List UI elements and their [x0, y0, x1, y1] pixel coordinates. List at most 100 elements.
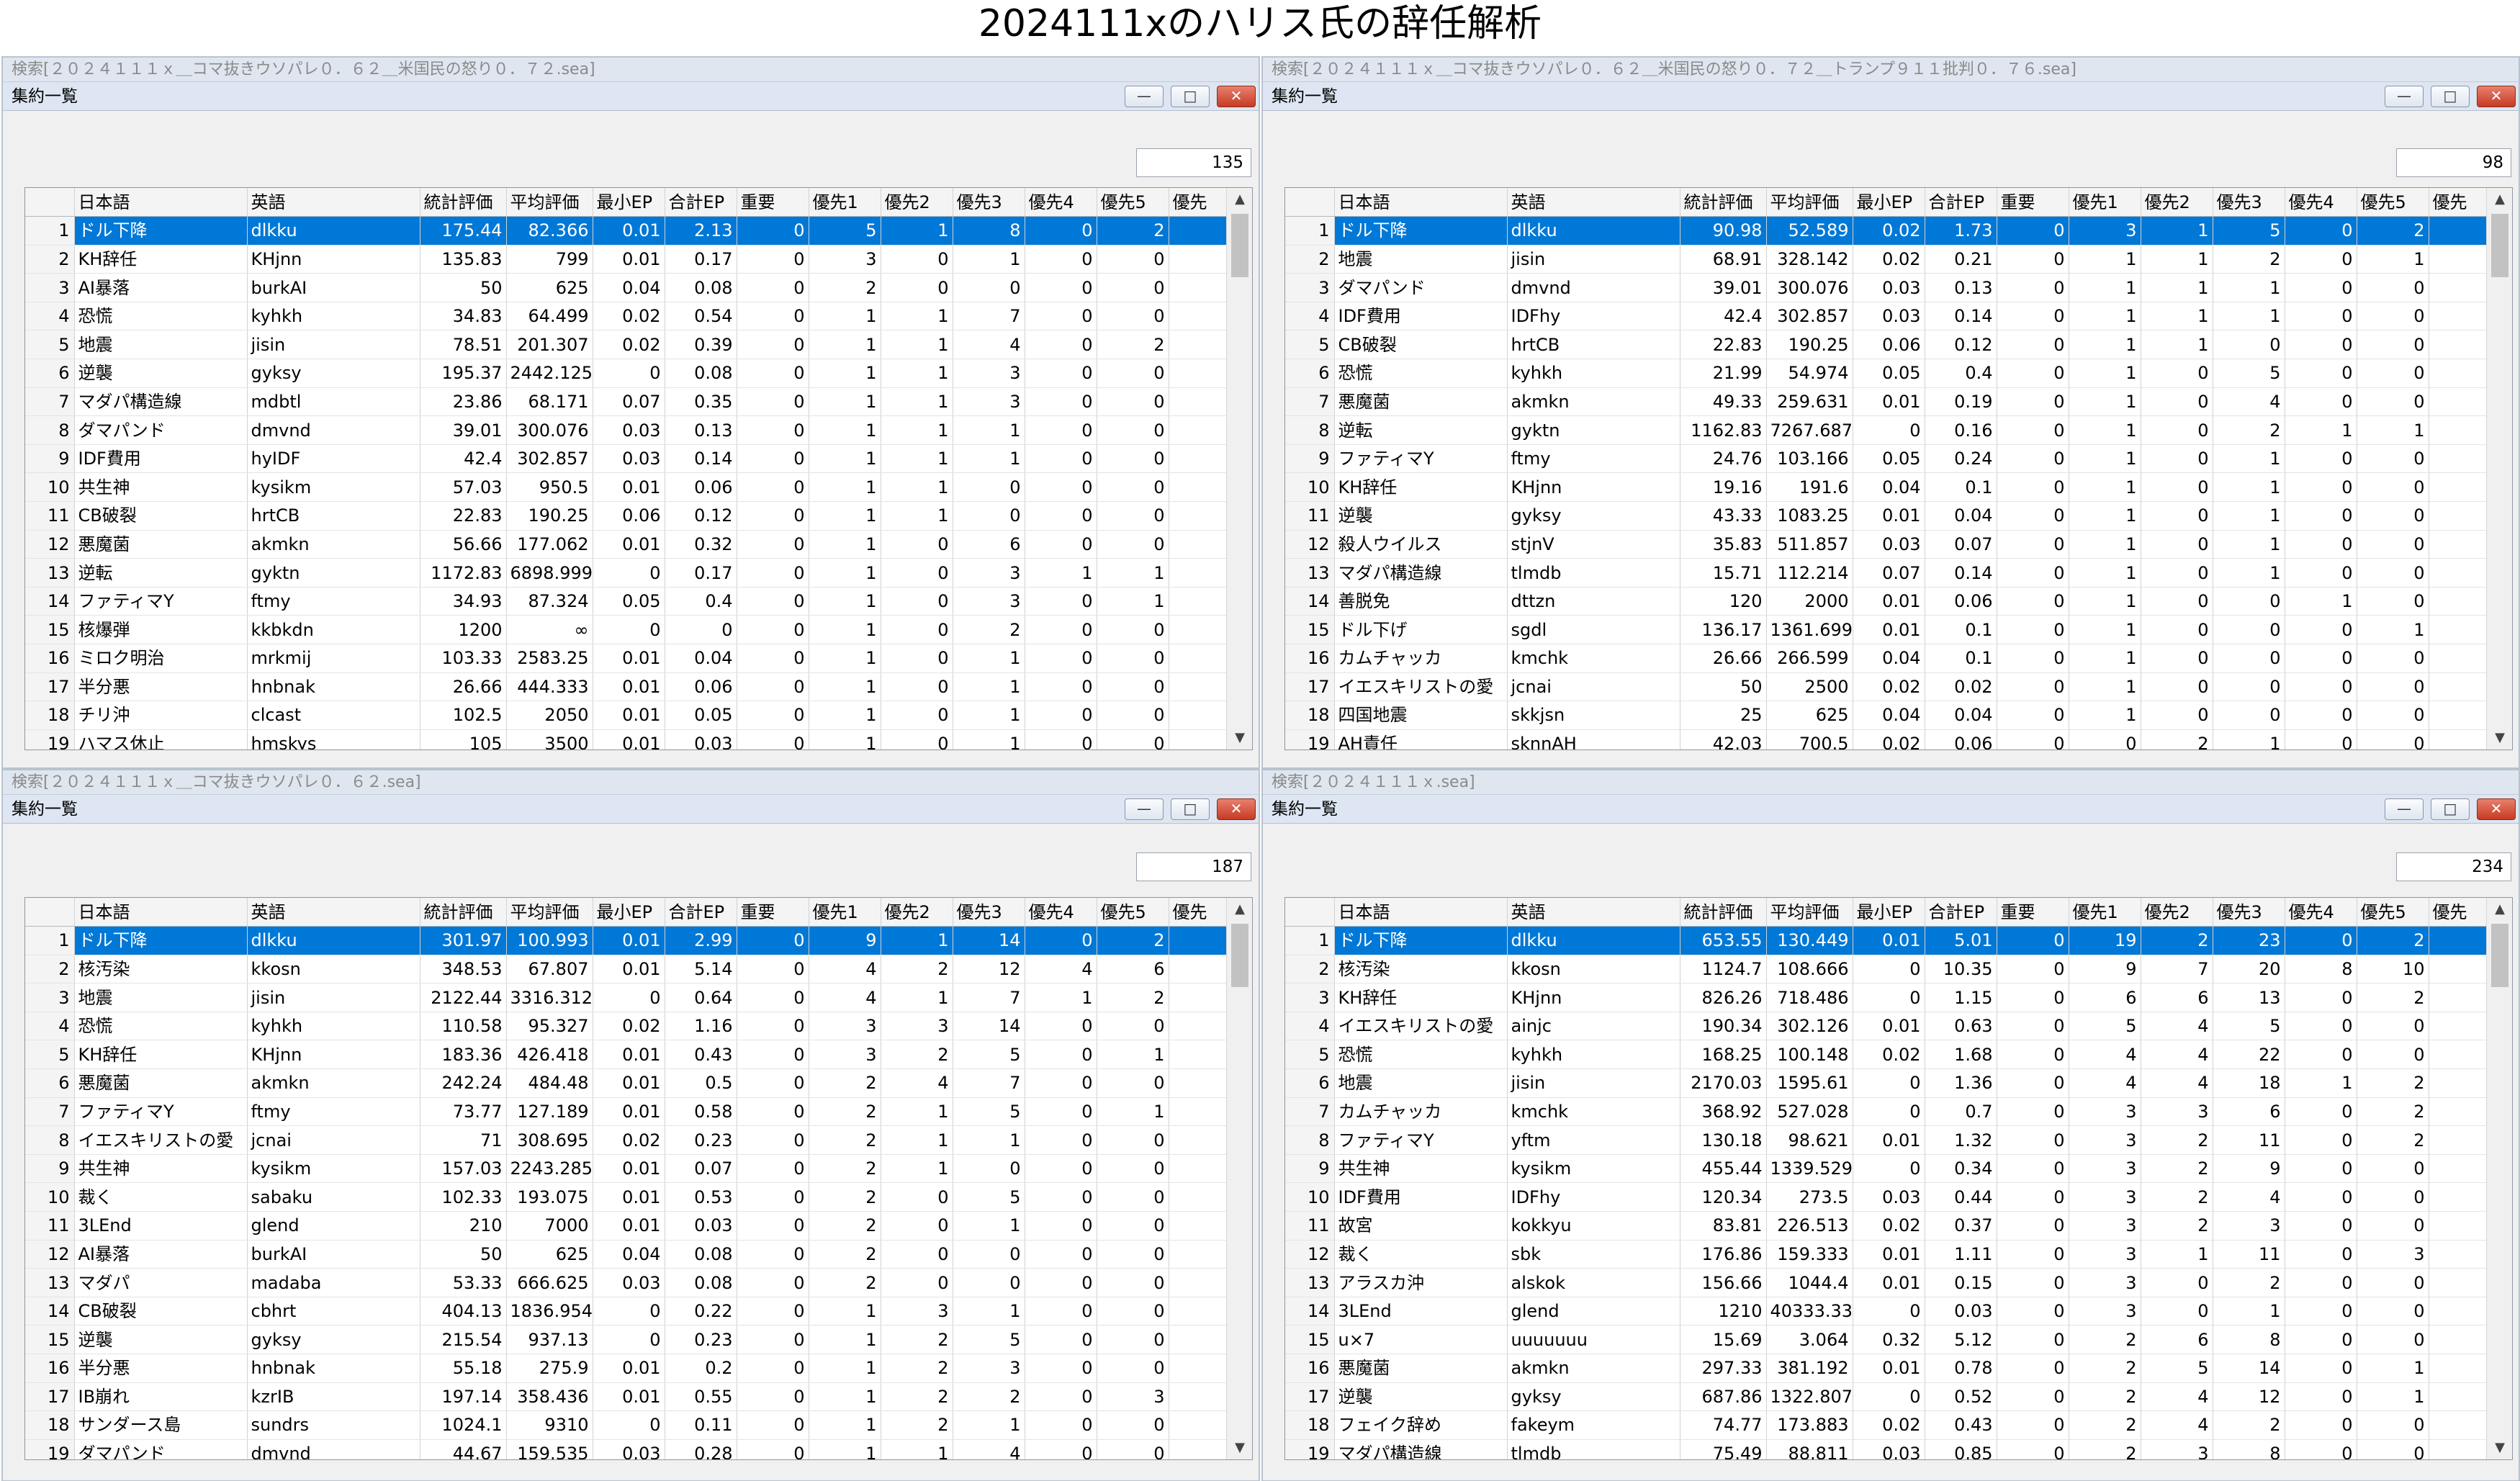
table-row[interactable]: 16 悪魔菌 akmkn 297.33 381.192 0.01 0.78 0 2 5 14 0 1: [1285, 1354, 2488, 1383]
table-row[interactable]: 16 半分悪 hnbnak 55.18 275.9 0.01 0.2 0 1 2 3 0 0: [25, 1354, 1228, 1383]
table-row[interactable]: 12 悪魔菌 akmkn 56.66 177.062 0.01 0.32 0 1 0 6 0 0: [25, 530, 1228, 559]
table-row[interactable]: 4 恐慌 kyhkh 110.58 95.327 0.02 1.16 0 3 3 14 0 0: [25, 1012, 1228, 1041]
column-header[interactable]: 英語: [247, 898, 420, 927]
table-row[interactable]: 6 恐慌 kyhkh 21.99 54.974 0.05 0.4 0 1 0 5 0 0: [1285, 359, 2488, 388]
table-row[interactable]: 10 KH辞任 KHjnn 19.16 191.6 0.04 0.1 0 1 0 1 0 0: [1285, 472, 2488, 503]
table-row[interactable]: 13 アラスカ沖 alskok 156.66 1044.4 0.01 0.15 0 3 0 2 0 0: [1285, 1268, 2488, 1297]
table-row[interactable]: 9 ファティマY ftmy 24.76 103.166 0.05 0.24 0 1 0 1 0 0: [1285, 444, 2488, 474]
column-header[interactable]: 優先5: [2357, 188, 2429, 217]
column-header[interactable]: 優先: [2429, 188, 2488, 217]
column-header[interactable]: 平均評価: [1766, 188, 1853, 217]
table-row[interactable]: 2 核汚染 kkosn 1124.7 108.666 0 10.35 0 9 7 20 8 10: [1285, 955, 2488, 984]
summary-window-titlebar[interactable]: 集約一覧 — □ ✕: [3, 795, 1259, 824]
summary-window-titlebar[interactable]: 集約一覧 — □ ✕: [1263, 82, 2519, 111]
column-header[interactable]: 優先5: [1097, 898, 1169, 927]
summary-window-titlebar[interactable]: 集約一覧 — □ ✕: [1263, 795, 2519, 824]
table-row[interactable]: 4 恐慌 kyhkh 34.83 64.499 0.02 0.54 0 1 1 7 0 0: [25, 302, 1228, 331]
column-header[interactable]: 日本語: [1334, 898, 1508, 927]
column-header[interactable]: 優先3: [953, 898, 1025, 927]
scroll-thumb[interactable]: [1231, 214, 1248, 277]
column-header[interactable]: 優先4: [2285, 188, 2357, 217]
column-header[interactable]: 優先3: [953, 188, 1025, 217]
table-row[interactable]: 9 共生神 kysikm 455.44 1339.529 0 0.34 0 3 2 9 0 0: [1285, 1154, 2488, 1184]
table-row[interactable]: 6 地震 jisin 2170.03 1595.61 0 1.36 0 4 4 18 1 2: [1285, 1068, 2488, 1098]
column-header[interactable]: 最小EP: [1853, 188, 1925, 217]
table-row[interactable]: 18 サンダース島 sundrs 1024.1 9310 0 0.11 0 1 2 1 0 0: [25, 1410, 1228, 1440]
table-row[interactable]: 2 KH辞任 KHjnn 135.83 799 0.01 0.17 0 3 0 1 0 0: [25, 245, 1228, 274]
results-grid[interactable]: 日本語 英語 統計評価 平均評価 最小EP 合計EP 重要 優先1 優先2 優先3 優先4 優先5 優先…: [24, 187, 1253, 750]
column-header[interactable]: 優先3: [2213, 898, 2285, 927]
close-button[interactable]: ✕: [1217, 798, 1256, 820]
column-header[interactable]: 英語: [1507, 898, 1680, 927]
table-row[interactable]: 14 善脱免 dttzn 120 2000 0.01 0.06 0 1 0 0 1 0: [1285, 587, 2488, 616]
table-row[interactable]: 19 AH責任 sknnAH 42.03 700.5 0.02 0.06 0 0 2 1 0 0: [1285, 729, 2488, 749]
table-row[interactable]: 10 裁く sabaku 102.33 193.075 0.01 0.53 0 2 0 5 0 0: [25, 1182, 1228, 1212]
table-row[interactable]: 7 カムチャッカ kmchk 368.92 527.028 0 0.7 0 3 3 6 0 2: [1285, 1097, 2488, 1127]
table-row[interactable]: 13 マダパ構造線 tlmdb 15.71 112.214 0.07 0.14 0 1 0 1 0 0: [1285, 558, 2488, 588]
vertical-scrollbar[interactable]: ▲ ▼: [1226, 898, 1252, 1459]
scroll-thumb[interactable]: [2491, 924, 2508, 987]
close-button[interactable]: ✕: [1217, 86, 1256, 107]
table-row[interactable]: 16 ミロク明治 mrkmij 103.33 2583.25 0.01 0.04 0 1 0 1 0 0: [25, 644, 1228, 673]
vertical-scrollbar[interactable]: ▲ ▼: [2486, 188, 2512, 749]
table-row[interactable]: 4 IDF費用 IDFhy 42.4 302.857 0.03 0.14 0 1 1 1 0 0: [1285, 302, 2488, 331]
scroll-thumb[interactable]: [2491, 214, 2508, 277]
scroll-down-icon[interactable]: ▼: [2487, 1436, 2512, 1459]
table-row[interactable]: 12 殺人ウイルス stjnV 35.83 511.857 0.03 0.07 0 1 0 1 0 0: [1285, 530, 2488, 559]
column-header[interactable]: 最小EP: [593, 898, 665, 927]
table-row[interactable]: 5 地震 jisin 78.51 201.307 0.02 0.39 0 1 1 4 0 2: [25, 330, 1228, 360]
maximize-button[interactable]: □: [2431, 798, 2470, 820]
column-header[interactable]: 優先1: [2069, 188, 2141, 217]
column-header[interactable]: 統計評価: [1680, 898, 1767, 927]
table-row[interactable]: 17 イエスキリストの愛 jcnai 50 2500 0.02 0.02 0 1 0 0 0 0: [1285, 672, 2488, 702]
table-row[interactable]: 15 核爆弾 kkbkdn 1200 ∞ 0 0 0 1 0 2 0 0: [25, 615, 1228, 644]
minimize-button[interactable]: —: [2385, 798, 2424, 820]
scroll-down-icon[interactable]: ▼: [1227, 1436, 1252, 1459]
table-row[interactable]: 5 KH辞任 KHjnn 183.36 426.418 0.01 0.43 0 3 2 5 0 1: [25, 1040, 1228, 1070]
column-header[interactable]: 平均評価: [506, 898, 593, 927]
table-row[interactable]: 14 CB破裂 cbhrt 404.13 1836.954 0 0.22 0 1 3 1 0 0: [25, 1297, 1228, 1326]
column-header[interactable]: 合計EP: [1925, 188, 1997, 217]
column-header[interactable]: 優先2: [881, 898, 953, 927]
column-header[interactable]: 合計EP: [1925, 898, 1997, 927]
table-row[interactable]: 10 IDF費用 IDFhy 120.34 273.5 0.03 0.44 0 3 2 4 0 0: [1285, 1182, 2488, 1212]
table-row[interactable]: 11 逆襲 gyksy 43.33 1083.25 0.01 0.04 0 1 0 1 0 0: [1285, 501, 2488, 531]
table-row[interactable]: 1 ドル下降 dlkku 90.98 52.589 0.02 1.73 0 3 1 5 0 2: [1285, 216, 2488, 246]
column-header[interactable]: 優先5: [2357, 898, 2429, 927]
vertical-scrollbar[interactable]: ▲ ▼: [1226, 188, 1252, 749]
table-row[interactable]: 8 ファティマY yftm 130.18 98.621 0.01 1.32 0 3 2 11 0 2: [1285, 1125, 2488, 1155]
scroll-thumb[interactable]: [1231, 924, 1248, 987]
table-row[interactable]: 3 AI暴落 burkAI 50 625 0.04 0.08 0 2 0 0 0 0: [25, 273, 1228, 302]
table-row[interactable]: 18 チリ沖 clcast 102.5 2050 0.01 0.05 0 1 0 1 0 0: [25, 701, 1228, 730]
close-button[interactable]: ✕: [2477, 798, 2516, 820]
column-header[interactable]: 平均評価: [1766, 898, 1853, 927]
column-header[interactable]: 優先1: [2069, 898, 2141, 927]
column-header[interactable]: 優先2: [2141, 188, 2213, 217]
column-header[interactable]: 最小EP: [1853, 898, 1925, 927]
table-row[interactable]: 17 半分悪 hnbnak 26.66 444.333 0.01 0.06 0 1 0 1 0 0: [25, 672, 1228, 702]
minimize-button[interactable]: —: [1125, 798, 1164, 820]
column-header[interactable]: 優先: [2429, 898, 2488, 927]
column-header[interactable]: 重要: [1997, 188, 2069, 217]
table-row[interactable]: 3 KH辞任 KHjnn 826.26 718.486 0 1.15 0 6 6 13 0 2: [1285, 983, 2488, 1012]
table-row[interactable]: 19 ダマパンド dmvnd 44.67 159.535 0.03 0.28 0 1 1 4 0 0: [25, 1439, 1228, 1459]
results-grid[interactable]: 日本語 英語 統計評価 平均評価 最小EP 合計EP 重要 優先1 優先2 優先3 優先4 優先5 優先…: [1284, 187, 2513, 750]
column-header[interactable]: 優先: [1169, 188, 1228, 217]
column-header[interactable]: 英語: [1507, 188, 1680, 217]
column-header[interactable]: 統計評価: [420, 898, 507, 927]
maximize-button[interactable]: □: [1171, 798, 1210, 820]
column-header[interactable]: 優先1: [809, 188, 881, 217]
table-row[interactable]: 10 共生神 kysikm 57.03 950.5 0.01 0.06 0 1 1 0 0 0: [25, 472, 1228, 503]
table-row[interactable]: 1 ドル下降 dlkku 301.97 100.993 0.01 2.99 0 9 1 14 0 2: [25, 926, 1228, 955]
close-button[interactable]: ✕: [2477, 86, 2516, 107]
table-row[interactable]: 7 マダパ構造線 mdbtl 23.86 68.171 0.07 0.35 0 1 1 3 0 0: [25, 387, 1228, 417]
table-row[interactable]: 17 IB崩れ kzrIB 197.14 358.436 0.01 0.55 0 1 2 2 0 3: [25, 1382, 1228, 1412]
table-row[interactable]: 3 ダマパンド dmvnd 39.01 300.076 0.03 0.13 0 1 1 1 0 0: [1285, 273, 2488, 302]
column-header[interactable]: 優先3: [2213, 188, 2285, 217]
table-row[interactable]: 18 フェイク辞め fakeym 74.77 173.883 0.02 0.43 0 2 4 2 0 0: [1285, 1410, 2488, 1440]
column-header[interactable]: 最小EP: [593, 188, 665, 217]
table-row[interactable]: 1 ドル下降 dlkku 175.44 82.366 0.01 2.13 0 5 1 8 0 2: [25, 216, 1228, 246]
minimize-button[interactable]: —: [1125, 86, 1164, 107]
table-row[interactable]: 6 悪魔菌 akmkn 242.24 484.48 0.01 0.5 0 2 4 7 0 0: [25, 1068, 1228, 1098]
table-row[interactable]: 16 カムチャッカ kmchk 26.66 266.599 0.04 0.1 0 1 0 0 0 0: [1285, 644, 2488, 673]
